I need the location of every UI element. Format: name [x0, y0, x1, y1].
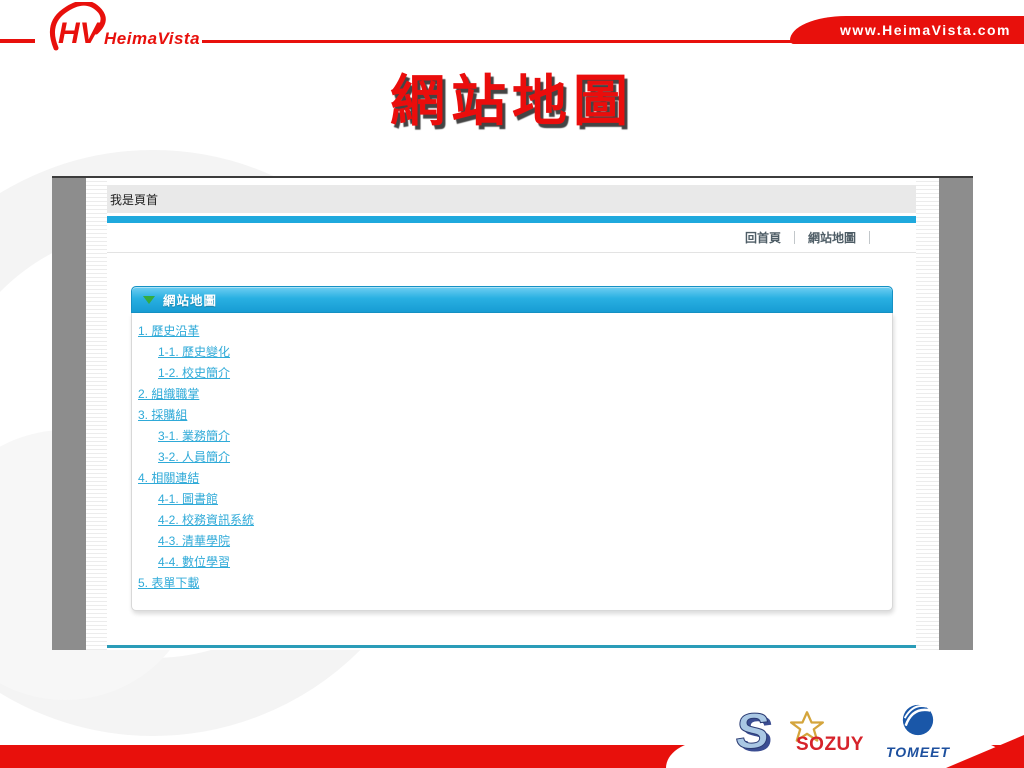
page-header-bar: 我是頁首	[107, 185, 916, 213]
sitemap-link[interactable]: 1-2. 校史簡介	[158, 363, 230, 384]
sitemap-link[interactable]: 4-3. 清華學院	[158, 531, 230, 552]
web-page: 我是頁首 回首頁 網站地圖 網站地圖 1. 歷史沿革 1-1. 歷史變化 1-2. 校…	[107, 178, 916, 650]
soquy-wordmark: SOZUY	[796, 734, 864, 755]
mascot-logo: S S	[732, 703, 790, 764]
gray-margin-left	[52, 178, 86, 650]
sitemap-link[interactable]: 4. 相關連結	[138, 468, 199, 489]
chevron-down-icon	[143, 295, 155, 304]
sitemap-panel-header: 網站地圖	[131, 286, 893, 313]
page-header-text: 我是頁首	[110, 192, 159, 207]
sitemap-link[interactable]: 3. 採購組	[138, 405, 187, 426]
top-nav: 回首頁 網站地圖	[107, 223, 916, 253]
sitemap-panel-title: 網站地圖	[163, 294, 218, 308]
footer-divider-line	[107, 645, 916, 648]
cyan-divider-bar	[107, 216, 916, 223]
sitemap-link-list: 1. 歷史沿革 1-1. 歷史變化 1-2. 校史簡介 2. 組織職掌 3. 採購組 3-…	[131, 313, 893, 611]
sitemap-link[interactable]: 4-4. 數位學習	[158, 552, 230, 573]
url-ribbon: www.HeimaVista.com	[790, 16, 1024, 44]
sitemap-link[interactable]: 3-2. 人員簡介	[158, 447, 230, 468]
sitemap-link[interactable]: 1-1. 歷史變化	[158, 342, 230, 363]
tomeet-wordmark: TOMEET	[885, 744, 951, 760]
tomeet-globe-icon	[902, 704, 934, 736]
nav-separator	[869, 231, 870, 244]
tomeet-logo: TOMEET	[876, 702, 960, 760]
logo-name: HeimaVista	[104, 29, 201, 48]
heimavista-logo: HV HeimaVista	[44, 0, 214, 54]
webpage-screenshot: 我是頁首 回首頁 網站地圖 網站地圖 1. 歷史沿革 1-1. 歷史變化 1-2. 校…	[52, 176, 973, 650]
partner-logos: S S SOZUY TOMEET	[700, 702, 1024, 766]
nav-link[interactable]: 回首頁	[745, 229, 781, 246]
gray-margin-right	[939, 178, 973, 650]
sitemap-link[interactable]: 3-1. 業務簡介	[158, 426, 230, 447]
sitemap-link[interactable]: 5. 表單下載	[138, 573, 199, 594]
logo-monogram: HV	[58, 17, 103, 50]
sitemap-panel: 網站地圖 1. 歷史沿革 1-1. 歷史變化 1-2. 校史簡介 2. 組織職掌 3. …	[131, 286, 893, 611]
page-title: 網站地圖	[389, 70, 634, 132]
sitemap-link[interactable]: 4-1. 圖書館	[158, 489, 218, 510]
sitemap-link[interactable]: 4-2. 校務資訊系統	[158, 510, 254, 531]
header-rule-left	[0, 39, 35, 43]
mascot-glyph: S	[733, 703, 772, 759]
soquy-logo: SOZUY	[790, 711, 864, 756]
sitemap-link[interactable]: 2. 組織職掌	[138, 384, 199, 405]
presentation-slide: HV HeimaVista www.HeimaVista.com 網站地圖 我是…	[0, 0, 1024, 768]
sitemap-link[interactable]: 1. 歷史沿革	[138, 321, 199, 342]
site-url: www.HeimaVista.com	[840, 22, 1011, 38]
nav-separator	[793, 231, 795, 244]
nav-link[interactable]: 網站地圖	[808, 229, 856, 246]
